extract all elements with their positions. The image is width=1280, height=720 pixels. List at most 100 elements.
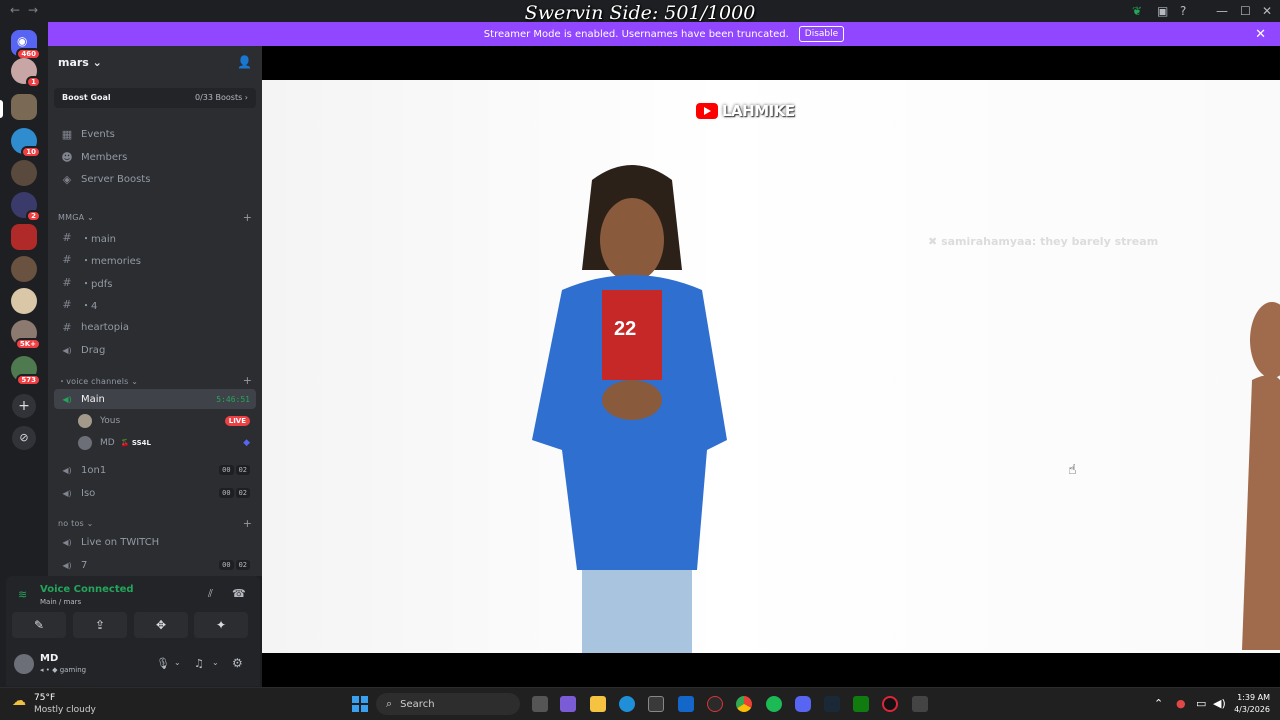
avatar[interactable] bbox=[14, 654, 34, 674]
server-icon[interactable]: 1 bbox=[11, 58, 41, 88]
screen-share-button[interactable]: ⇪ bbox=[73, 612, 127, 638]
channel-label: heartopia bbox=[81, 321, 130, 333]
server-icon[interactable]: 2 bbox=[11, 192, 41, 222]
add-server-button[interactable]: + bbox=[12, 394, 36, 418]
outlook-icon[interactable] bbox=[678, 696, 694, 712]
taskbar: ☁ 75°F Mostly cloudy ⌕ Search ⌃ ● ▭ ◀) 1… bbox=[0, 687, 1280, 720]
spotify-icon[interactable] bbox=[766, 696, 782, 712]
opera-icon[interactable] bbox=[882, 696, 898, 712]
boost-goal-bar[interactable]: Boost Goal 0/33 Boosts › bbox=[54, 88, 256, 108]
nav-server-boosts[interactable]: ◈ Server Boosts bbox=[54, 169, 256, 189]
channel-memories[interactable]: # ・memories bbox=[54, 249, 256, 269]
voice-channel-iso[interactable]: ◀) Iso 00 02 bbox=[54, 483, 256, 503]
clock-time[interactable]: 1:39 AM bbox=[1232, 693, 1270, 702]
discover-button[interactable]: ⊘ bbox=[12, 426, 36, 450]
soundboard-button[interactable]: ✦ bbox=[194, 612, 248, 638]
add-channel-icon[interactable]: + bbox=[243, 517, 252, 530]
text-channel-icon: # bbox=[62, 297, 72, 311]
headphones-icon[interactable]: ♫ bbox=[194, 657, 204, 670]
channel-heartopia[interactable]: # heartopia bbox=[54, 317, 256, 337]
task-view-icon[interactable] bbox=[532, 696, 548, 712]
noise-suppression-icon[interactable]: ⫽ bbox=[208, 587, 213, 601]
channel-pdfs[interactable]: # ・pdfs bbox=[54, 272, 256, 292]
channel-4[interactable]: # ・4 bbox=[54, 294, 256, 314]
category-mmga[interactable]: MMGA ⌄ bbox=[58, 213, 94, 222]
stream-video[interactable]: LAHMIKE 22 ✖ samirahamyaa: they barely s… bbox=[262, 80, 1280, 653]
disconnect-icon[interactable]: ☎ bbox=[232, 587, 246, 600]
voice-channel-live-on-twitch[interactable]: ◀) Live on TWITCH bbox=[54, 532, 256, 552]
selected-server-pill bbox=[0, 100, 3, 118]
boost-goal-label: Boost Goal bbox=[62, 93, 111, 102]
server-badge: 2 bbox=[26, 210, 41, 222]
server-icon[interactable]: 5K+ bbox=[11, 320, 41, 350]
windows-start-icon[interactable] bbox=[352, 696, 368, 712]
steam-icon[interactable] bbox=[824, 696, 840, 712]
tray-overflow-icon[interactable]: ⌃ bbox=[1154, 697, 1163, 710]
direct-messages-icon[interactable]: ◉ 460 bbox=[11, 30, 41, 60]
server-icon[interactable] bbox=[11, 160, 37, 186]
chevron-down-icon[interactable]: ⌄ bbox=[212, 658, 219, 667]
voice-user-md[interactable]: MD 🍒 SS4L ◆ bbox=[78, 434, 256, 452]
channel-label: Iso bbox=[81, 487, 96, 499]
edge-icon[interactable] bbox=[619, 696, 635, 712]
voice-location[interactable]: Main / mars bbox=[40, 598, 81, 606]
invite-icon[interactable]: 👤 bbox=[237, 55, 252, 69]
channel-label: ・pdfs bbox=[81, 278, 113, 290]
channel-label: 7 bbox=[81, 559, 88, 571]
nav-events[interactable]: ▦ Events bbox=[54, 124, 256, 144]
xbox-icon[interactable] bbox=[853, 696, 869, 712]
user-max: 02 bbox=[235, 560, 250, 570]
voice-user-name: MD bbox=[100, 438, 115, 448]
channel-label: Live on TWITCH bbox=[81, 536, 160, 548]
voice-status[interactable]: Voice Connected bbox=[40, 584, 134, 595]
clock-date[interactable]: 4/3/2026 bbox=[1226, 705, 1270, 714]
server-icon[interactable] bbox=[11, 256, 37, 282]
chevron-down-icon[interactable]: ⌄ bbox=[174, 658, 181, 667]
file-explorer-icon[interactable] bbox=[590, 696, 606, 712]
microphone-icon[interactable]: 🎙 bbox=[156, 657, 170, 670]
server-name-dropdown[interactable]: mars ⌄ bbox=[58, 56, 102, 69]
app-icon[interactable] bbox=[707, 696, 723, 712]
channel-drag[interactable]: ◀) Drag bbox=[54, 340, 256, 360]
weather-desc[interactable]: Mostly cloudy bbox=[34, 705, 96, 715]
voice-user-yous[interactable]: Yous LIVE bbox=[78, 412, 256, 430]
voice-channel-1on1[interactable]: ◀) 1on1 00 02 bbox=[54, 460, 256, 480]
discord-icon[interactable] bbox=[795, 696, 811, 712]
network-icon[interactable]: ▭ bbox=[1196, 697, 1206, 710]
weather-icon[interactable]: ☁ bbox=[12, 693, 26, 709]
copilot-icon[interactable] bbox=[560, 696, 576, 712]
nav-members[interactable]: ☻ Members bbox=[54, 147, 256, 167]
category-no-tos[interactable]: no tos ⌄ bbox=[58, 519, 94, 528]
text-channel-icon: # bbox=[62, 252, 72, 266]
taskbar-search[interactable]: ⌕ Search bbox=[376, 693, 520, 715]
signal-icon[interactable]: ≋ bbox=[18, 588, 27, 601]
add-channel-icon[interactable]: + bbox=[243, 374, 252, 387]
weather-temp[interactable]: 75°F bbox=[34, 693, 55, 703]
voice-channel-7[interactable]: ◀) 7 00 02 bbox=[54, 555, 256, 575]
server-icon[interactable]: 10 bbox=[11, 128, 41, 158]
server-badge: 573 bbox=[16, 374, 41, 386]
server-icon[interactable] bbox=[11, 224, 37, 250]
chrome-icon[interactable] bbox=[736, 696, 752, 712]
camera-off-button[interactable]: ✎ bbox=[12, 612, 66, 638]
voice-channel-main[interactable]: ◀) Main 5:46:51 bbox=[54, 389, 256, 409]
gamepad-icon: ◆ bbox=[243, 438, 250, 448]
category-voice-channels[interactable]: ・voice channels ⌄ bbox=[58, 376, 138, 387]
server-icon-mars[interactable] bbox=[11, 94, 37, 120]
chat-text: samirahamyaa: they barely stream bbox=[941, 235, 1159, 248]
channel-label: 1on1 bbox=[81, 464, 107, 476]
app-icon[interactable] bbox=[912, 696, 928, 712]
server-icon[interactable]: 573 bbox=[11, 356, 41, 386]
activities-button[interactable]: ✥ bbox=[134, 612, 188, 638]
chat-overlay-message: ✖ samirahamyaa: they barely stream bbox=[928, 235, 1158, 248]
banner-close-icon[interactable]: ✕ bbox=[1255, 27, 1266, 42]
mic-tray-icon[interactable]: ● bbox=[1176, 697, 1186, 710]
disable-button[interactable]: Disable bbox=[798, 26, 845, 42]
settings-gear-icon[interactable]: ⚙ bbox=[232, 656, 243, 670]
channel-main[interactable]: # ・main bbox=[54, 227, 256, 247]
volume-icon[interactable]: ◀) bbox=[1213, 697, 1226, 710]
user-name[interactable]: MD bbox=[40, 653, 58, 664]
store-icon[interactable] bbox=[648, 696, 664, 712]
add-channel-icon[interactable]: + bbox=[243, 211, 252, 224]
server-icon[interactable] bbox=[11, 288, 37, 314]
